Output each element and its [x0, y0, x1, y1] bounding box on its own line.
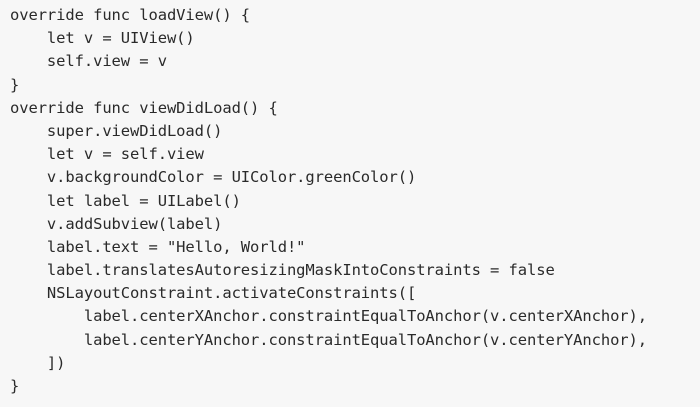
code-line-1: override func loadView() { — [10, 6, 251, 24]
code-block: override func loadView() { let v = UIVie… — [0, 0, 700, 407]
code-line-16: ]) — [10, 353, 66, 372]
code-line-11: label.text = "Hello, World!" — [10, 237, 306, 256]
code-line-6: super.viewDidLoad() — [10, 121, 223, 140]
code-line-7: let v = self.view — [10, 145, 204, 164]
code-line-5: override func viewDidLoad() { — [10, 98, 278, 117]
code-line-13: NSLayoutConstraint.activateConstraints([ — [10, 284, 417, 303]
code-line-12: label.translatesAutoresizingMaskIntoCons… — [10, 261, 555, 280]
code-line-14: label.centerXAnchor.constraintEqualToAnc… — [10, 307, 647, 326]
code-line-15: label.centerYAnchor.constraintEqualToAnc… — [10, 330, 647, 349]
code-line-8: v.backgroundColor = UIColor.greenColor() — [10, 168, 417, 187]
code-line-9: let label = UILabel() — [10, 191, 241, 210]
code-line-3: self.view = v — [10, 52, 167, 71]
code-line-2: let v = UIView() — [10, 29, 195, 48]
code-line-17: } — [10, 377, 20, 395]
code-line-10: v.addSubview(label) — [10, 214, 223, 233]
code-line-4: } — [10, 75, 20, 94]
